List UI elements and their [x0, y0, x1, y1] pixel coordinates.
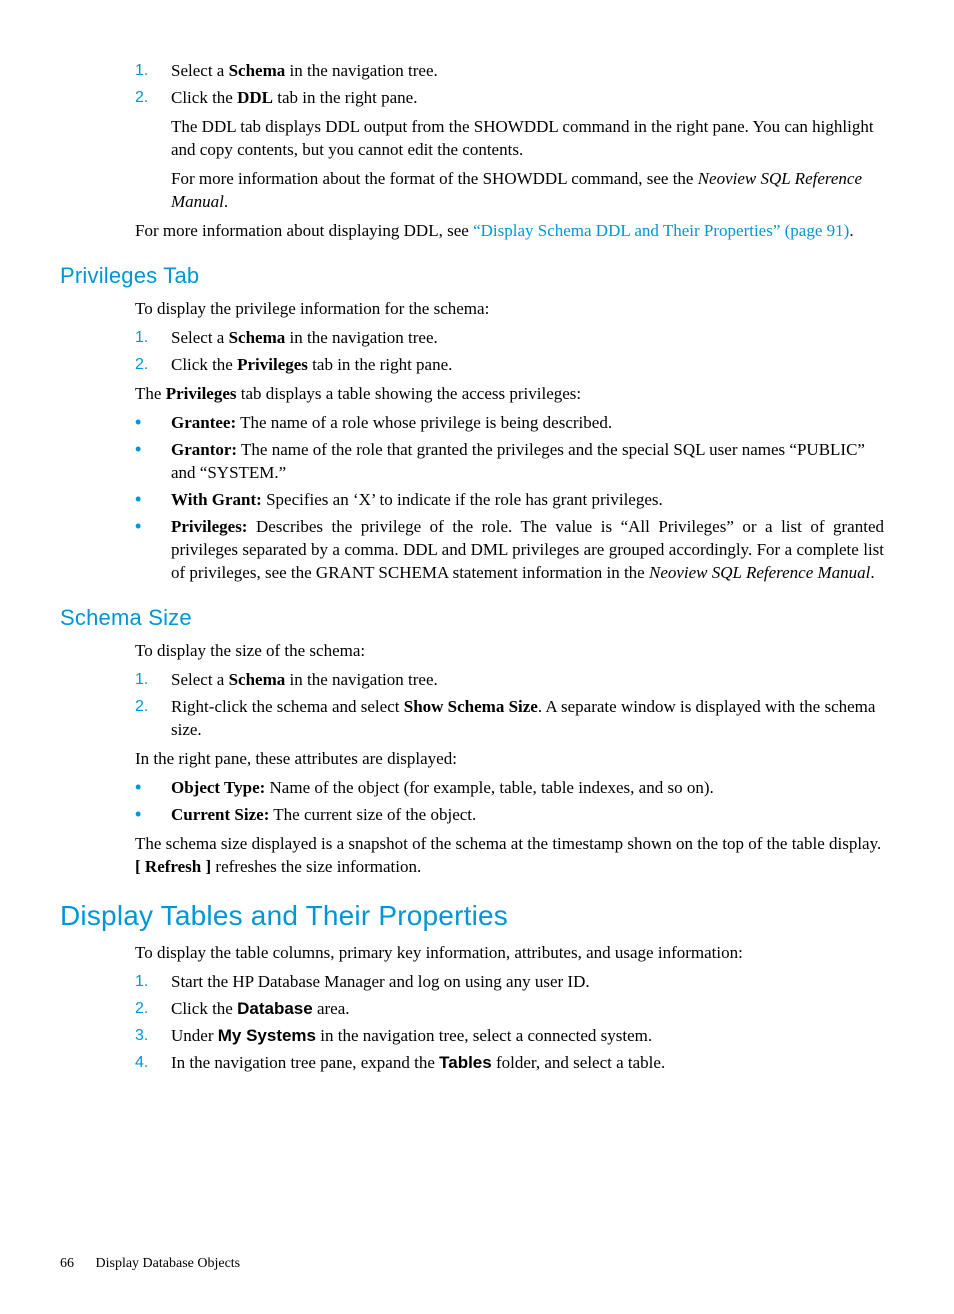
step-4: 4. In the navigation tree pane, expand t… [135, 1052, 884, 1075]
step-number: 2. [135, 354, 171, 377]
page-footer: 66 Display Database Objects [60, 1255, 894, 1274]
step-1: 1. Select a Schema in the navigation tre… [135, 60, 884, 83]
step-2: 2. Click the Database area. [135, 998, 884, 1021]
privileges-table-intro: The Privileges tab displays a table show… [135, 383, 884, 406]
step-1: 1. Select a Schema in the navigation tre… [135, 669, 884, 692]
privileges-bullets: Grantee: The name of a role whose privil… [135, 412, 884, 585]
step-2: 2. Click the Privileges tab in the right… [135, 354, 884, 377]
privileges-step-list: 1. Select a Schema in the navigation tre… [135, 327, 884, 377]
step-text: Click the DDL tab in the right pane. [171, 87, 884, 110]
step-number: 2. [135, 696, 171, 742]
step-text: Click the Database area. [171, 998, 884, 1021]
step-number: 1. [135, 327, 171, 350]
bullet-object-type: Object Type: Name of the object (for exa… [135, 777, 884, 800]
step-number: 1. [135, 669, 171, 692]
step-1: 1. Select a Schema in the navigation tre… [135, 327, 884, 350]
step-text: Select a Schema in the navigation tree. [171, 669, 884, 692]
step-number: 1. [135, 971, 171, 994]
ddl-note-1: The DDL tab displays DDL output from the… [171, 116, 884, 162]
step-number: 2. [135, 87, 171, 110]
bullet-with-grant: With Grant: Specifies an ‘X’ to indicate… [135, 489, 884, 512]
step-text: In the navigation tree pane, expand the … [171, 1052, 884, 1075]
heading-privileges-tab: Privileges Tab [60, 261, 894, 291]
page-number: 66 [60, 1255, 92, 1274]
bullet-current-size: Current Size: The current size of the ob… [135, 804, 884, 827]
schema-size-bullets: Object Type: Name of the object (for exa… [135, 777, 884, 827]
privileges-intro: To display the privilege information for… [135, 298, 884, 321]
chapter-title: Display Database Objects [96, 1256, 241, 1271]
ddl-note-2: For more information about the format of… [171, 168, 884, 214]
ddl-see-also: For more information about displaying DD… [135, 220, 884, 243]
step-number: 1. [135, 60, 171, 83]
display-tables-step-list: 1. Start the HP Database Manager and log… [135, 971, 884, 1075]
step-text: Start the HP Database Manager and log on… [171, 971, 884, 994]
step-text: Click the Privileges tab in the right pa… [171, 354, 884, 377]
schema-size-content: To display the size of the schema: 1. Se… [135, 640, 884, 878]
step-number: 2. [135, 998, 171, 1021]
top-continuation: 1. Select a Schema in the navigation tre… [135, 60, 884, 243]
privileges-content: To display the privilege information for… [135, 298, 884, 584]
schema-size-step-list: 1. Select a Schema in the navigation tre… [135, 669, 884, 742]
step-number: 3. [135, 1025, 171, 1048]
display-tables-content: To display the table columns, primary ke… [135, 942, 884, 1075]
heading-schema-size: Schema Size [60, 603, 894, 633]
display-tables-intro: To display the table columns, primary ke… [135, 942, 884, 965]
schema-size-refresh: The schema size displayed is a snapshot … [135, 833, 884, 879]
bullet-grantee: Grantee: The name of a role whose privil… [135, 412, 884, 435]
step-text: Under My Systems in the navigation tree,… [171, 1025, 884, 1048]
ddl-step-list: 1. Select a Schema in the navigation tre… [135, 60, 884, 110]
step-number: 4. [135, 1052, 171, 1075]
step-3: 3. Under My Systems in the navigation tr… [135, 1025, 884, 1048]
link-display-schema-ddl[interactable]: “Display Schema DDL and Their Properties… [473, 221, 849, 240]
heading-display-tables: Display Tables and Their Properties [60, 897, 894, 935]
schema-size-intro: To display the size of the schema: [135, 640, 884, 663]
step-text: Select a Schema in the navigation tree. [171, 60, 884, 83]
step-2: 2. Right-click the schema and select Sho… [135, 696, 884, 742]
schema-size-attrs-intro: In the right pane, these attributes are … [135, 748, 884, 771]
step-1: 1. Start the HP Database Manager and log… [135, 971, 884, 994]
step-text: Right-click the schema and select Show S… [171, 696, 884, 742]
step-2: 2. Click the DDL tab in the right pane. [135, 87, 884, 110]
step-text: Select a Schema in the navigation tree. [171, 327, 884, 350]
bullet-grantor: Grantor: The name of the role that grant… [135, 439, 884, 485]
bullet-privileges: Privileges: Describes the privilege of t… [135, 516, 884, 585]
